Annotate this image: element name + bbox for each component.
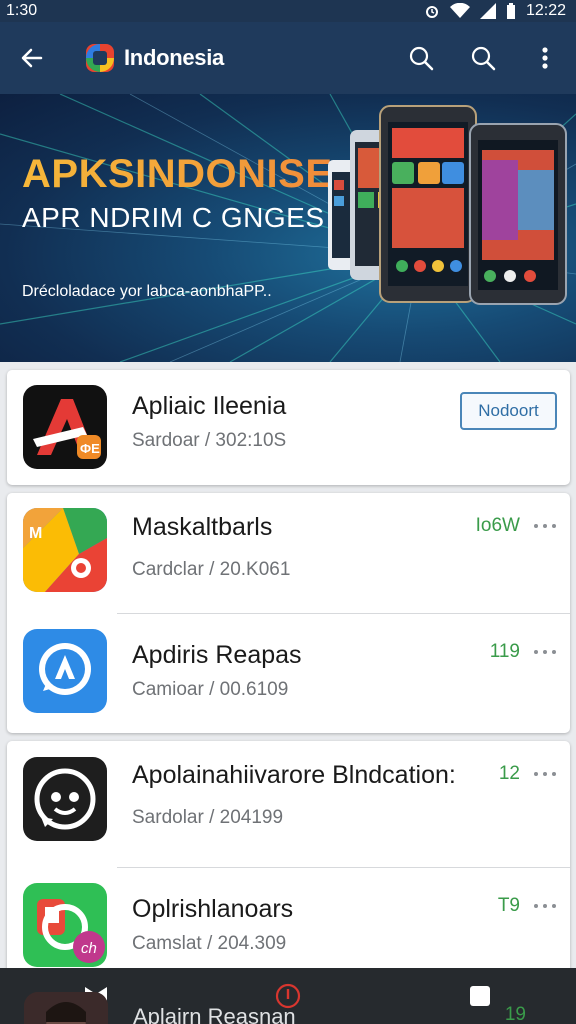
- download-button[interactable]: Nodoort: [460, 392, 557, 430]
- status-time-left: 1:30: [6, 2, 38, 19]
- status-icons: 12:22: [424, 2, 566, 20]
- list-item[interactable]: Apolainahiivarore Blndcation: Sardolar /…: [7, 741, 570, 867]
- more-options-button[interactable]: [534, 647, 556, 657]
- more-vert-icon: [542, 47, 548, 69]
- more-options-button[interactable]: [534, 769, 556, 779]
- promo-banner[interactable]: APKSINDONISE APR NDRIM C GNGES Dréclolad…: [0, 94, 576, 362]
- alarm-icon: [425, 6, 438, 18]
- app-bar-title: Indonesia: [124, 45, 224, 70]
- app-rating: Io6W: [475, 515, 520, 536]
- banner-title: APKSINDONISE: [22, 152, 333, 196]
- list-item[interactable]: M Maskaltbarls Cardclar / 20.K061 Io6W: [7, 493, 570, 613]
- nav-item-square[interactable]: [384, 968, 576, 1024]
- signal-icon: [479, 3, 496, 19]
- black-smile-chat-icon: [23, 757, 107, 841]
- app-meta: Cardclar / 20.K061: [132, 559, 291, 580]
- brand: Indonesia: [84, 42, 224, 74]
- svg-text:ch: ch: [81, 940, 97, 957]
- back-button[interactable]: [0, 22, 64, 94]
- list-item[interactable]: ch Oplrishlanoars Camslat / 204.309 T9: [7, 867, 570, 981]
- app-name: Apolainahiivarore Blndcation:: [132, 761, 456, 789]
- search-icon: [471, 46, 496, 71]
- partial-app-rating: 19: [504, 1004, 526, 1024]
- more-options-button[interactable]: [534, 521, 556, 531]
- wifi-icon: [449, 3, 470, 18]
- banner-tagline: Drécloladace yor labca-aonbhaPP..: [22, 283, 272, 300]
- banner-subtitle: APR NDRIM C GNGES: [22, 202, 325, 233]
- partial-app-name: Aplairn Reasnan: [133, 1004, 296, 1024]
- search-icon: [409, 46, 434, 71]
- app-card-featured: ФЕ Apliaic Ileenia Sardoar / 302:10S Nod…: [7, 370, 570, 485]
- app-meta: Camslat / 204.309: [132, 933, 287, 954]
- maps-colorful-icon: M: [23, 508, 107, 592]
- overflow-menu-button[interactable]: [514, 22, 576, 94]
- list-item[interactable]: Apdiris Reapas Camioar / 00.6109 119: [7, 613, 570, 733]
- app-card-group-2: Apolainahiivarore Blndcation: Sardolar /…: [7, 741, 570, 981]
- partial-app-icon: [24, 992, 108, 1024]
- svg-text:M: M: [29, 525, 42, 542]
- app-name: Oplrishlanoars: [132, 895, 294, 923]
- battery-icon: [506, 3, 515, 19]
- phones-illustration: [328, 105, 567, 305]
- back-arrow-icon: [21, 48, 43, 68]
- app-name: Maskaltbarls: [132, 513, 273, 541]
- app-rating: 119: [489, 641, 520, 662]
- more-options-button[interactable]: [534, 901, 556, 911]
- app-meta: Sardolar / 204199: [132, 807, 284, 828]
- app-meta: Camioar / 00.6109: [132, 679, 289, 700]
- app-rating: T9: [497, 895, 520, 916]
- svg-text:ФЕ: ФЕ: [80, 441, 100, 456]
- app-bar: Indonesia: [0, 22, 576, 94]
- app-rating: 12: [498, 763, 520, 784]
- red-a-app-icon: ФЕ: [23, 385, 107, 469]
- list-item[interactable]: ФЕ Apliaic Ileenia Sardoar / 302:10S Nod…: [7, 370, 570, 485]
- app-meta: Sardoar / 302:10S: [132, 430, 287, 451]
- blue-chat-a-icon: [23, 629, 107, 713]
- status-time-right: 12:22: [525, 2, 566, 19]
- brand-logo-icon: [86, 44, 114, 72]
- status-bar: 1:30 12:22: [0, 0, 576, 22]
- app-name: Apdiris Reapas: [132, 641, 302, 669]
- search-button-secondary[interactable]: [452, 22, 514, 94]
- app-card-group-1: M Maskaltbarls Cardclar / 20.K061 Io6W A…: [7, 493, 570, 733]
- app-name: Apliaic Ileenia: [132, 392, 287, 420]
- green-chat-icon: ch: [23, 883, 107, 967]
- square-icon: [470, 986, 490, 1006]
- search-button[interactable]: [390, 22, 452, 94]
